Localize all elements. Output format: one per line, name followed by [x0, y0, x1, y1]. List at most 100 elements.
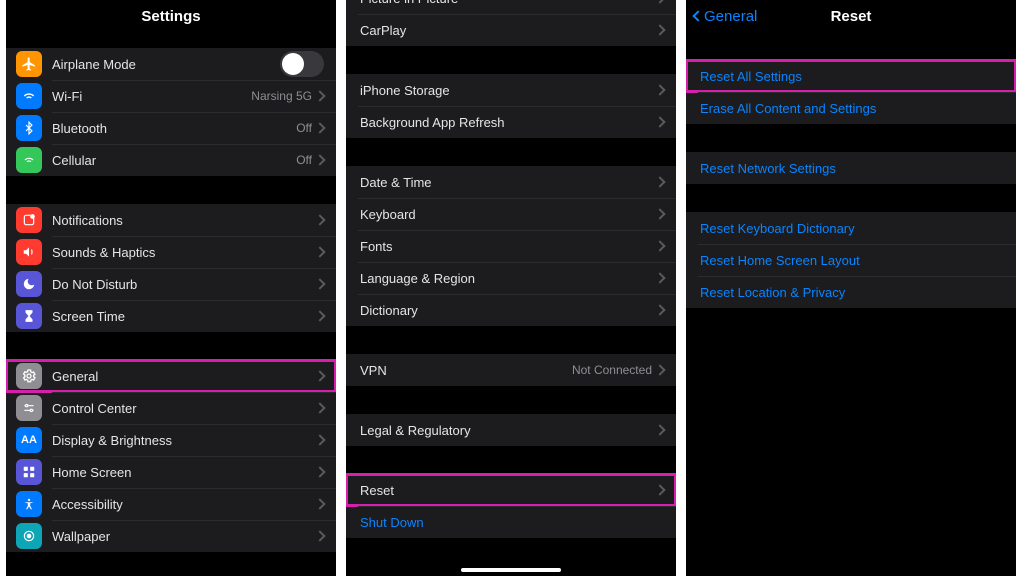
reset-label: Reset — [360, 483, 656, 498]
chevron-right-icon — [654, 24, 665, 35]
row-notifications[interactable]: Notifications — [6, 204, 336, 236]
chevron-right-icon — [654, 240, 665, 251]
storage-label: iPhone Storage — [360, 83, 656, 98]
row-dnd[interactable]: Do Not Disturb — [6, 268, 336, 300]
row-pip[interactable]: Picture in Picture — [346, 0, 676, 14]
gear-icon — [16, 363, 42, 389]
vpn-value: Not Connected — [572, 363, 652, 377]
reset-home-label: Reset Home Screen Layout — [700, 253, 1004, 268]
chevron-right-icon — [314, 246, 325, 257]
chevron-right-icon — [654, 208, 665, 219]
general-label: General — [52, 369, 316, 384]
row-legal[interactable]: Legal & Regulatory — [346, 414, 676, 446]
row-airplane-mode[interactable]: Airplane Mode — [6, 48, 336, 80]
shutdown-label: Shut Down — [360, 515, 664, 530]
row-keyboard[interactable]: Keyboard — [346, 198, 676, 230]
bluetooth-value: Off — [296, 121, 312, 135]
bluetooth-icon — [16, 115, 42, 141]
row-bluetooth[interactable]: Bluetooth Off — [6, 112, 336, 144]
chevron-right-icon — [314, 402, 325, 413]
cellular-label: Cellular — [52, 153, 296, 168]
vpn-label: VPN — [360, 363, 572, 378]
reset-location-label: Reset Location & Privacy — [700, 285, 1004, 300]
chevron-right-icon — [314, 278, 325, 289]
row-sounds[interactable]: Sounds & Haptics — [6, 236, 336, 268]
chevron-right-icon — [654, 272, 665, 283]
date-time-label: Date & Time — [360, 175, 656, 190]
row-storage[interactable]: iPhone Storage — [346, 74, 676, 106]
row-erase-all[interactable]: Erase All Content and Settings — [686, 92, 1016, 124]
row-reset-location[interactable]: Reset Location & Privacy — [686, 276, 1016, 308]
accessibility-label: Accessibility — [52, 497, 316, 512]
row-cellular[interactable]: Cellular Off — [6, 144, 336, 176]
home-indicator[interactable] — [461, 568, 561, 572]
display-label: Display & Brightness — [52, 433, 316, 448]
chevron-right-icon — [314, 498, 325, 509]
nav-bar: Settings — [6, 0, 336, 32]
row-vpn[interactable]: VPN Not Connected — [346, 354, 676, 386]
row-reset-all[interactable]: Reset All Settings — [686, 60, 1016, 92]
chevron-right-icon — [314, 530, 325, 541]
chevron-right-icon — [654, 424, 665, 435]
general-screen: Picture in Picture CarPlay iPhone Storag… — [346, 0, 676, 576]
fonts-label: Fonts — [360, 239, 656, 254]
row-wallpaper[interactable]: Wallpaper — [6, 520, 336, 552]
bgrefresh-label: Background App Refresh — [360, 115, 656, 130]
row-shutdown[interactable]: Shut Down — [346, 506, 676, 538]
row-fonts[interactable]: Fonts — [346, 230, 676, 262]
row-date-time[interactable]: Date & Time — [346, 166, 676, 198]
row-reset-keyboard[interactable]: Reset Keyboard Dictionary — [686, 212, 1016, 244]
back-button[interactable]: General — [694, 0, 757, 32]
airplane-icon — [16, 51, 42, 77]
chevron-right-icon — [654, 116, 665, 127]
cellular-icon — [16, 147, 42, 173]
settings-main-screen: Settings Airplane Mode Wi-Fi Narsing 5G … — [6, 0, 336, 576]
wifi-icon — [16, 83, 42, 109]
row-language[interactable]: Language & Region — [346, 262, 676, 294]
reset-screen: General Reset Reset All Settings Erase A… — [686, 0, 1016, 576]
wallpaper-label: Wallpaper — [52, 529, 316, 544]
hourglass-icon — [16, 303, 42, 329]
row-dictionary[interactable]: Dictionary — [346, 294, 676, 326]
row-reset[interactable]: Reset — [346, 474, 676, 506]
row-accessibility[interactable]: Accessibility — [6, 488, 336, 520]
carplay-label: CarPlay — [360, 23, 656, 38]
notifications-label: Notifications — [52, 213, 316, 228]
row-display[interactable]: AA Display & Brightness — [6, 424, 336, 456]
pip-label: Picture in Picture — [360, 0, 656, 6]
chevron-right-icon — [314, 466, 325, 477]
row-control-center[interactable]: Control Center — [6, 392, 336, 424]
reset-keyboard-label: Reset Keyboard Dictionary — [700, 221, 1004, 236]
row-general[interactable]: General — [6, 360, 336, 392]
row-carplay[interactable]: CarPlay — [346, 14, 676, 46]
nav-bar: General Reset — [686, 0, 1016, 32]
sounds-icon — [16, 239, 42, 265]
dnd-label: Do Not Disturb — [52, 277, 316, 292]
chevron-right-icon — [314, 90, 325, 101]
screentime-label: Screen Time — [52, 309, 316, 324]
reset-network-label: Reset Network Settings — [700, 161, 1004, 176]
chevron-right-icon — [314, 214, 325, 225]
sounds-label: Sounds & Haptics — [52, 245, 316, 260]
screen-title: Reset — [831, 8, 872, 25]
dictionary-label: Dictionary — [360, 303, 656, 318]
erase-all-label: Erase All Content and Settings — [700, 101, 1004, 116]
airplane-label: Airplane Mode — [52, 57, 280, 72]
cc-label: Control Center — [52, 401, 316, 416]
row-wifi[interactable]: Wi-Fi Narsing 5G — [6, 80, 336, 112]
bluetooth-label: Bluetooth — [52, 121, 296, 136]
row-home-screen[interactable]: Home Screen — [6, 456, 336, 488]
language-label: Language & Region — [360, 271, 656, 286]
moon-icon — [16, 271, 42, 297]
row-screen-time[interactable]: Screen Time — [6, 300, 336, 332]
display-icon: AA — [16, 427, 42, 453]
row-bgrefresh[interactable]: Background App Refresh — [346, 106, 676, 138]
row-reset-network[interactable]: Reset Network Settings — [686, 152, 1016, 184]
chevron-right-icon — [314, 310, 325, 321]
airplane-toggle[interactable] — [280, 51, 324, 77]
chevron-right-icon — [654, 176, 665, 187]
row-reset-home[interactable]: Reset Home Screen Layout — [686, 244, 1016, 276]
home-grid-icon — [16, 459, 42, 485]
screen-title: Settings — [141, 8, 200, 25]
chevron-right-icon — [654, 484, 665, 495]
